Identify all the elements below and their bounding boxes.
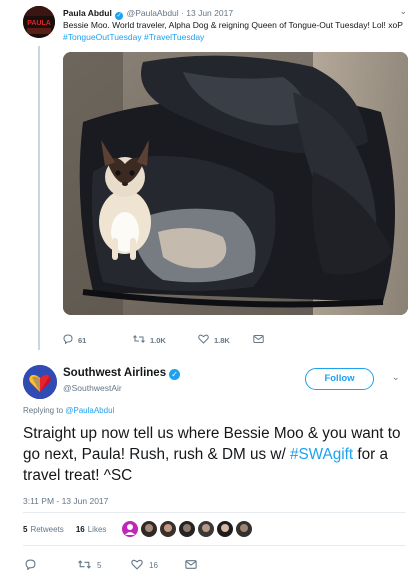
reply-action[interactable]: 61 [63, 334, 133, 346]
liker-avatar[interactable] [141, 521, 158, 537]
like-count: 16 [149, 561, 158, 570]
dog-in-suitcase-image [63, 52, 408, 315]
retweet-action[interactable]: 5 [78, 559, 101, 572]
retweet-icon [78, 559, 91, 572]
like-action[interactable]: 16 [131, 559, 158, 572]
tweet-text-body: Bessie Moo. World traveler, Alpha Dog & … [63, 20, 403, 30]
liker-avatar[interactable] [122, 521, 139, 537]
engagement-stats: 5 Retweets 16 Likes [23, 520, 253, 538]
retweets-label: Retweets [30, 524, 64, 534]
parent-tweet-header: Paula Abdul ✓ @PaulaAbdul · 13 Jun 2017 [63, 8, 233, 20]
thread-connector-line [38, 46, 40, 350]
verified-badge-icon: ✓ [169, 369, 181, 380]
author-handle[interactable]: @SouthwestAir [63, 383, 122, 393]
liker-avatar[interactable] [160, 521, 177, 537]
author-name[interactable]: Paula Abdul [63, 8, 112, 18]
retweets-count: 5 [23, 524, 28, 534]
tweet-date[interactable]: 13 Jun 2017 [186, 8, 233, 18]
direct-message-action[interactable] [185, 559, 197, 572]
replying-to-label: Replying to [23, 406, 64, 415]
retweet-icon [133, 334, 145, 346]
replying-to: Replying to @PaulaAbdul [23, 406, 114, 415]
southwest-avatar[interactable] [23, 365, 57, 399]
like-count: 1.8K [214, 335, 230, 345]
avatar-image: PAULA [23, 6, 55, 38]
tweet-timestamp[interactable]: 3:11 PM - 13 Jun 2017 [23, 496, 108, 506]
follow-button[interactable]: Follow [305, 368, 374, 390]
reply-icon [25, 559, 36, 572]
author-avatar[interactable]: PAULA [23, 6, 55, 38]
caret-down-icon[interactable]: ⌄ [399, 6, 407, 17]
message-icon [185, 559, 197, 572]
caret-down-icon[interactable]: ⌄ [392, 372, 400, 383]
heart-icon [198, 334, 209, 346]
liker-avatar[interactable] [179, 521, 196, 537]
parent-tweet-text: Bessie Moo. World traveler, Alpha Dog & … [63, 20, 408, 43]
main-tweet-text: Straight up now tell us where Bessie Moo… [23, 423, 408, 486]
like-action[interactable]: 1.8K [198, 334, 253, 346]
retweet-count: 5 [97, 561, 102, 570]
hashtag-link[interactable]: #TravelTuesday [144, 32, 204, 42]
likes-stat[interactable]: 16 Likes [76, 525, 107, 534]
parent-tweet[interactable]: PAULA Paula Abdul ✓ @PaulaAbdul · 13 Jun… [0, 0, 420, 350]
retweets-stat[interactable]: 5 Retweets [23, 525, 64, 534]
retweet-action[interactable]: 1.0K [133, 334, 198, 346]
author-name[interactable]: Southwest Airlines ✓ [63, 367, 181, 380]
reply-count: 61 [78, 335, 87, 345]
liker-avatar[interactable] [217, 521, 234, 537]
liker-avatar[interactable] [198, 521, 215, 537]
likes-count: 16 [75, 524, 85, 534]
divider [23, 512, 406, 513]
tweet-photo[interactable] [63, 52, 408, 315]
avatar-logo-text: PAULA [27, 20, 51, 27]
liker-avatars [122, 521, 253, 537]
parent-tweet-actions: 61 1.0K 1.8K [63, 334, 264, 346]
reply-action[interactable] [25, 559, 36, 572]
hashtag-link[interactable]: #SWAgift [290, 446, 353, 463]
southwest-heart-logo-icon [23, 365, 57, 399]
verified-badge-icon: ✓ [115, 12, 124, 20]
liker-avatar[interactable] [236, 521, 253, 537]
author-name-text[interactable]: Southwest Airlines [63, 367, 166, 379]
heart-icon [131, 559, 143, 572]
replying-to-handle[interactable]: @PaulaAbdul [65, 406, 114, 415]
author-handle[interactable]: @PaulaAbdul [127, 8, 179, 18]
meta-separator: · [181, 8, 184, 18]
retweet-count: 1.0K [150, 335, 166, 345]
likes-label: Likes [87, 524, 107, 534]
reply-icon [63, 334, 73, 346]
hashtag-link[interactable]: #TongueOutTuesday [63, 32, 142, 42]
message-icon [253, 334, 264, 346]
direct-message-action[interactable] [253, 334, 264, 346]
main-tweet: Southwest Airlines ✓ @SouthwestAir Follow… [0, 350, 420, 581]
divider [23, 545, 406, 546]
